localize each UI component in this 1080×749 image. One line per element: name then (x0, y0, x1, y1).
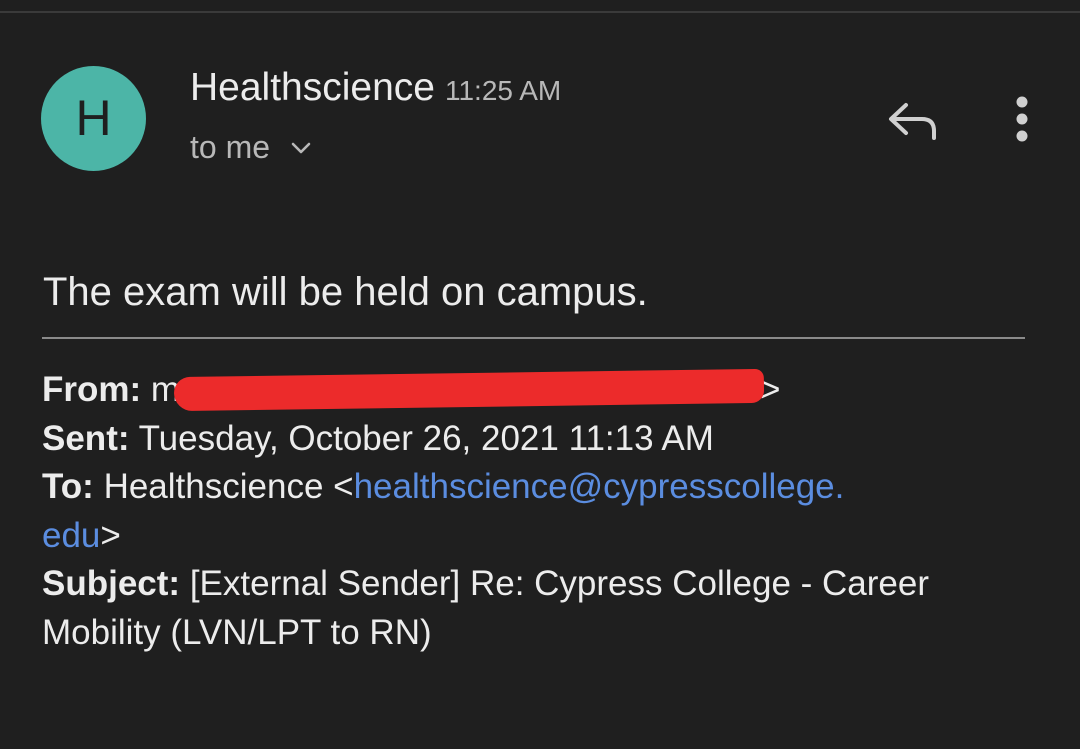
more-vert-icon (1016, 96, 1028, 142)
recipient-label: to me (190, 129, 271, 165)
chevron-down-icon[interactable] (288, 135, 314, 161)
sent-label: Sent: (42, 418, 130, 458)
subject-line: Subject: [External Sender] Re: Cypress C… (42, 560, 1052, 609)
message-body: The exam will be held on campus. (43, 270, 648, 314)
quote-divider (42, 337, 1025, 339)
more-options-button[interactable] (1004, 96, 1040, 142)
reply-button[interactable] (884, 96, 942, 146)
message-time: 11:25 AM (444, 75, 562, 106)
to-label: To: (42, 467, 94, 506)
top-divider (0, 11, 1080, 13)
from-label: From: (42, 370, 142, 409)
from-line: From: m > (42, 366, 1052, 415)
recipient-details-toggle[interactable]: to me (190, 129, 314, 166)
to-close: > (100, 515, 121, 555)
sent-value: Tuesday, October 26, 2021 11:13 AM (138, 418, 714, 458)
redaction-scribble (173, 368, 765, 411)
to-email-link[interactable]: healthscience@cypresscollege. (354, 467, 845, 506)
subject-value-continued: Mobility (LVN/LPT to RN) (42, 612, 432, 652)
quoted-header: From: m > Sent: Tuesday, October 26, 2021… (42, 366, 1052, 657)
subject-line-continued: Mobility (LVN/LPT to RN) (42, 609, 1052, 658)
sender-name[interactable]: Healthscience (190, 66, 435, 109)
sender-line: Healthscience 11:25 AM (190, 66, 561, 110)
to-name: Healthscience < (103, 467, 354, 506)
to-line-continued: edu> (42, 512, 1052, 561)
avatar[interactable]: H (41, 66, 146, 171)
reply-icon (889, 103, 936, 140)
to-email-link-continued[interactable]: edu (42, 516, 100, 555)
subject-label: Subject: (42, 564, 181, 603)
sent-line: Sent: Tuesday, October 26, 2021 11:13 AM (42, 415, 1052, 464)
subject-value: [External Sender] Re: Cypress College - … (189, 564, 930, 603)
to-line: To: Healthscience <healthscience@cypress… (42, 463, 1052, 512)
